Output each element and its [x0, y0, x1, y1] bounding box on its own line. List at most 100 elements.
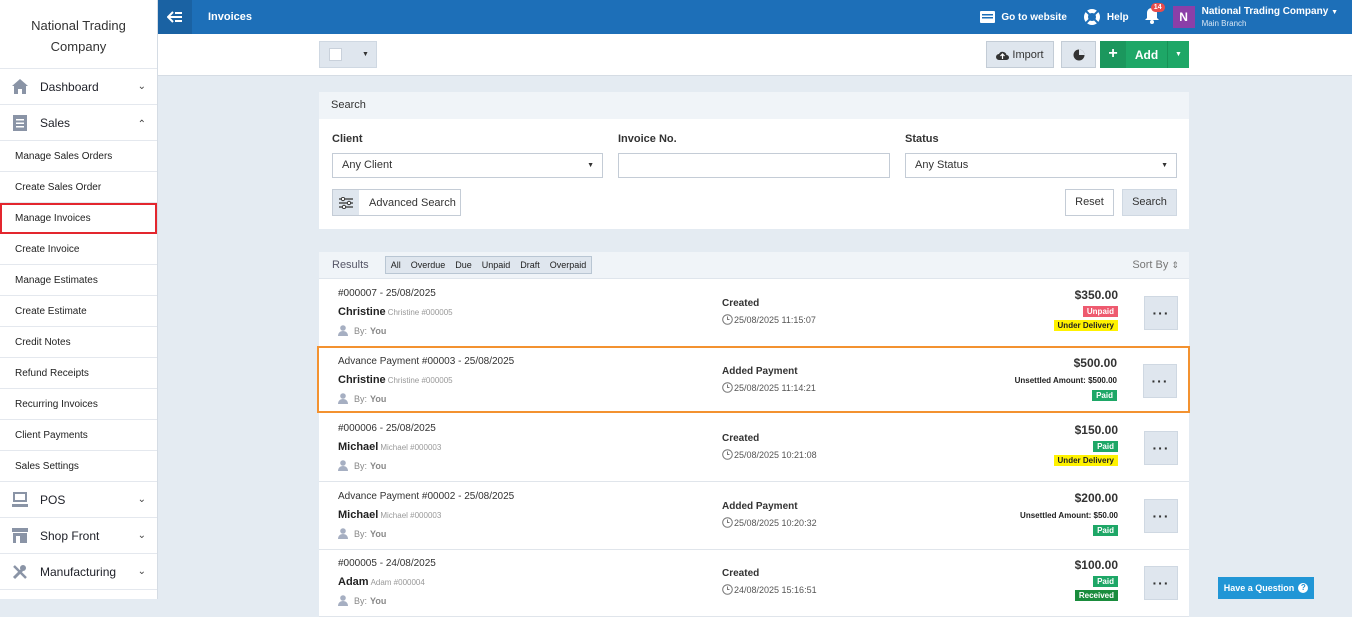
by-label: By: [354, 460, 368, 471]
sidebar-item-sales[interactable]: Sales ⌃ [0, 105, 157, 141]
sort-by-button[interactable]: Sort By ⇕ [1132, 259, 1179, 271]
clock-icon [722, 449, 733, 460]
select-all-checkbox[interactable] [329, 48, 342, 61]
sidebar-subitem-manage-estimates[interactable]: Manage Estimates [0, 265, 157, 296]
go-to-website-link[interactable]: Go to website [980, 11, 1067, 23]
activity-action: Created [722, 298, 760, 309]
status-select[interactable]: Any Status ▼ [905, 153, 1177, 178]
client-code: Michael #000003 [380, 443, 442, 452]
brand-name-line1: National Trading [31, 18, 126, 33]
notifications-button[interactable]: 14 [1144, 2, 1165, 27]
user-icon [338, 460, 348, 471]
sort-by-label: Sort By [1132, 259, 1169, 271]
sidebar-subitem-create-estimate[interactable]: Create Estimate [0, 296, 157, 327]
filter-tab-all[interactable]: All [386, 257, 406, 273]
invoice-reference[interactable]: #000005 - 24/08/2025 [338, 558, 436, 569]
invoice-row[interactable]: #000005 - 24/08/2025 Adam Adam #000004 By: Y… [319, 550, 1189, 617]
help-link[interactable]: Help [1083, 8, 1129, 26]
status-badge: Paid [1093, 525, 1118, 536]
clock-icon [722, 382, 733, 393]
client-select[interactable]: Any Client ▼ [332, 153, 603, 178]
sidebar-subitem-recurring-invoices[interactable]: Recurring Invoices [0, 389, 157, 420]
created-by-user: You [370, 595, 387, 606]
invoice-reference[interactable]: Advance Payment #00002 - 25/08/2025 [338, 491, 514, 502]
client-name: Adam Adam #000004 [338, 576, 425, 588]
sidebar-subitem-client-payments[interactable]: Client Payments [0, 420, 157, 451]
branch-name: Main Branch [1201, 18, 1247, 28]
activity-date: 25/08/2025 11:14:21 [722, 382, 816, 393]
document-icon [11, 114, 29, 132]
sidebar-subitem-manage-invoices[interactable]: Manage Invoices [0, 203, 157, 234]
advanced-search-button[interactable]: Advanced Search [332, 189, 461, 216]
client-label: Client [332, 133, 363, 145]
chevron-down-icon: ⌄ [137, 530, 146, 541]
client-code: Michael #000003 [380, 511, 442, 520]
invoice-reference[interactable]: #000006 - 25/08/2025 [338, 423, 436, 434]
filter-tab-due[interactable]: Due [450, 257, 477, 273]
sidebar: National Trading Company Dashboard ⌄ Sal… [0, 0, 158, 599]
invoice-amount: $350.00 [1074, 288, 1118, 302]
account-menu[interactable]: National Trading Company ▼ Main Branch [1202, 6, 1338, 29]
activity-date: 25/08/2025 10:20:32 [722, 517, 817, 528]
client-name-text: Michael [338, 509, 379, 521]
reset-button[interactable]: Reset [1065, 189, 1114, 216]
created-by-user: You [370, 325, 387, 336]
invoice-no-input[interactable] [618, 153, 890, 178]
row-actions-button[interactable]: ··· [1144, 296, 1178, 330]
sort-icon: ⇕ [1171, 260, 1179, 270]
filter-tab-overpaid[interactable]: Overpaid [545, 257, 592, 273]
sidebar-subitem-sales-settings[interactable]: Sales Settings [0, 451, 157, 482]
add-dropdown-toggle[interactable]: ▼ [1167, 41, 1189, 68]
search-button[interactable]: Search [1122, 189, 1177, 216]
add-button[interactable]: + Add ▼ [1100, 41, 1189, 68]
row-actions-button[interactable]: ··· [1144, 431, 1178, 465]
client-name-text: Adam [338, 576, 369, 588]
avatar[interactable]: N [1172, 6, 1195, 28]
sidebar-item-dashboard[interactable]: Dashboard ⌄ [0, 69, 157, 105]
user-icon [338, 393, 348, 404]
invoice-row[interactable]: #000006 - 25/08/2025 Michael Michael #0000… [319, 415, 1189, 482]
invoice-no-label: Invoice No. [618, 133, 677, 145]
filter-tab-draft[interactable]: Draft [515, 257, 545, 273]
sidebar-item-shop-front[interactable]: Shop Front ⌄ [0, 518, 157, 554]
sidebar-subitem-manage-sales-orders[interactable]: Manage Sales Orders [0, 141, 157, 172]
sidebar-subitem-credit-notes[interactable]: Credit Notes [0, 327, 157, 358]
tools-icon [11, 563, 29, 581]
invoice-reference[interactable]: #000007 - 25/08/2025 [338, 288, 436, 299]
invoice-row[interactable]: Advance Payment #00003 - 25/08/2025 Chris… [317, 346, 1190, 413]
results-header: Results All Overdue Due Unpaid Draft Ove… [319, 252, 1189, 279]
created-by: By: You [338, 460, 386, 471]
collapse-sidebar-button[interactable] [158, 0, 192, 34]
activity-action: Added Payment [722, 366, 798, 377]
filter-tab-unpaid[interactable]: Unpaid [477, 257, 516, 273]
invoice-row[interactable]: #000007 - 25/08/2025 Christine Christine #… [319, 280, 1189, 347]
stats-button[interactable] [1061, 41, 1096, 68]
status-badge: Paid [1092, 390, 1117, 401]
by-label: By: [354, 393, 368, 404]
filter-tab-overdue[interactable]: Overdue [406, 257, 451, 273]
plus-icon: + [1100, 41, 1126, 68]
status-badge: Paid [1093, 576, 1118, 587]
chevron-up-icon: ⌃ [137, 119, 146, 130]
import-button[interactable]: Import [986, 41, 1054, 68]
user-icon [338, 325, 348, 336]
sidebar-subitem-create-invoice[interactable]: Create Invoice [0, 234, 157, 265]
row-actions-button[interactable]: ··· [1144, 499, 1178, 533]
ellipsis-icon: ··· [1152, 305, 1170, 321]
row-actions-button[interactable]: ··· [1143, 364, 1177, 398]
sidebar-subitem-refund-receipts[interactable]: Refund Receipts [0, 358, 157, 389]
created-by-user: You [370, 393, 387, 404]
sidebar-item-label: Sales [40, 115, 71, 130]
have-a-question-button[interactable]: Have a Question ? [1218, 577, 1314, 599]
ellipsis-icon: ··· [1152, 440, 1170, 456]
bulk-select-dropdown[interactable]: ▼ [319, 41, 377, 68]
caret-down-icon: ▼ [362, 51, 369, 58]
sidebar-item-manufacturing[interactable]: Manufacturing ⌄ [0, 554, 157, 590]
sidebar-subitem-create-sales-order[interactable]: Create Sales Order [0, 172, 157, 203]
activity-action: Added Payment [722, 501, 798, 512]
by-label: By: [354, 595, 368, 606]
invoice-row[interactable]: Advance Payment #00002 - 25/08/2025 Micha… [319, 483, 1189, 550]
invoice-reference[interactable]: Advance Payment #00003 - 25/08/2025 [338, 356, 514, 367]
row-actions-button[interactable]: ··· [1144, 566, 1178, 600]
sidebar-item-pos[interactable]: POS ⌄ [0, 482, 157, 518]
